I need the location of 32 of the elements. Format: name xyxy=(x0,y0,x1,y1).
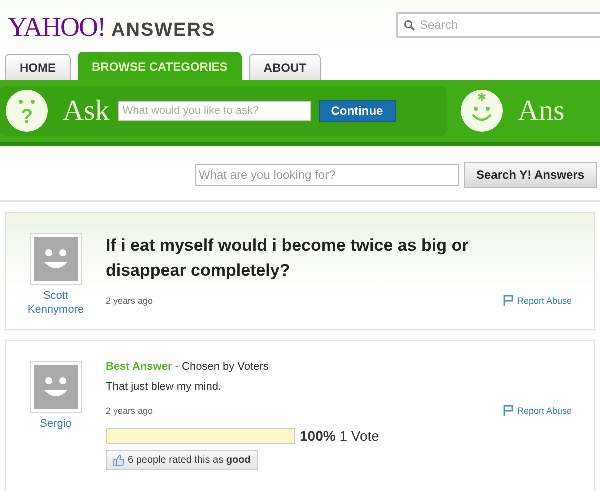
answer-text: That just blew my mind. xyxy=(106,381,223,393)
best-answer-label: Best Answer xyxy=(106,361,172,373)
search-field[interactable]: What are you looking for? xyxy=(195,164,459,186)
report-abuse-link[interactable]: Report Abuse xyxy=(503,295,572,306)
rating-button[interactable]: 6 people rated this as good xyxy=(106,450,258,470)
avatar-icon xyxy=(30,361,82,413)
avatar-icon xyxy=(30,233,82,285)
post-time: 2 years ago xyxy=(106,406,154,416)
search-button[interactable]: Search Y! Answers xyxy=(464,162,597,188)
question-mark: ? xyxy=(20,106,34,128)
ask-label: Ask xyxy=(63,94,110,128)
nav-tab[interactable]: HOME xyxy=(5,54,71,80)
search-icon xyxy=(404,20,415,31)
flag-icon xyxy=(503,295,514,306)
vote-percent: 100% xyxy=(300,428,336,444)
chosen-by-label: - Chosen by Voters xyxy=(175,361,269,373)
author-name[interactable]: Scott Kennymore xyxy=(16,289,96,317)
question-field[interactable]: What would you like to ask? xyxy=(118,101,311,121)
continue-button[interactable]: Continue xyxy=(318,100,396,122)
search-field[interactable]: Search xyxy=(396,12,600,38)
nav-tab[interactable]: ABOUT xyxy=(248,54,322,80)
logo-text[interactable]: YAHOO! xyxy=(8,12,106,43)
report-abuse-link[interactable]: Report Abuse xyxy=(503,405,572,416)
question-title: If i eat myself would i become twice as big or disappear completely? xyxy=(106,235,470,282)
author-name[interactable]: Sergio xyxy=(16,417,96,431)
flag-icon xyxy=(503,405,514,416)
post-time: 2 years ago xyxy=(106,296,154,306)
answer-label: Ans xyxy=(518,94,565,128)
logo-subtitle: ANSWERS xyxy=(112,20,216,42)
smiley-icon xyxy=(460,89,504,133)
thumbs-up-icon xyxy=(113,454,125,466)
vote-count: 1 Vote xyxy=(340,428,380,444)
